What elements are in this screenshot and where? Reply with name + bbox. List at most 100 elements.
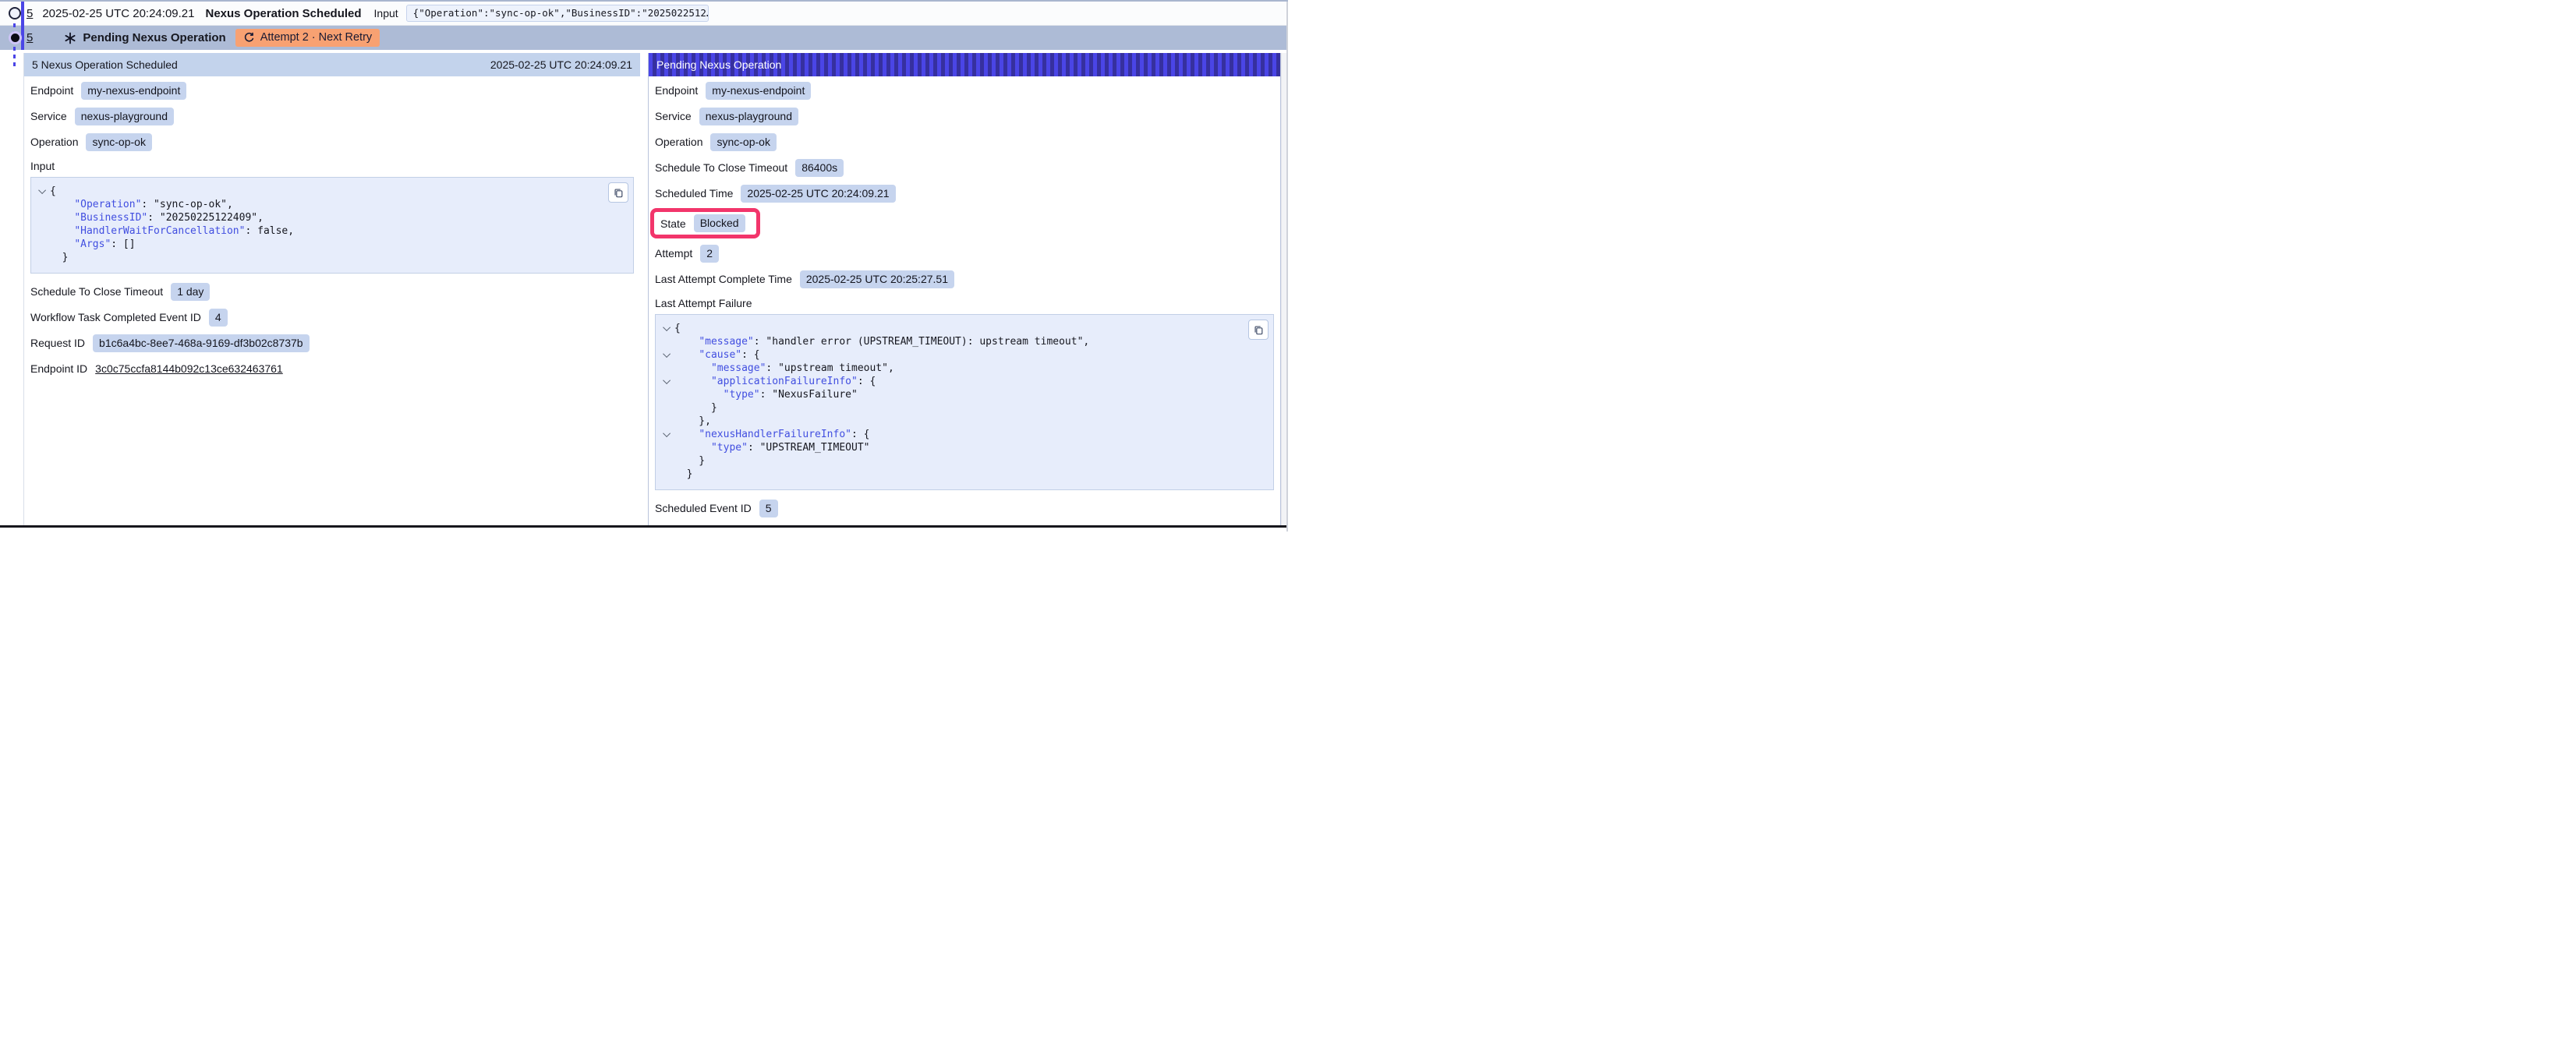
field-label: Operation [655, 136, 702, 148]
json-line: "type": "NexusFailure" [660, 388, 1265, 401]
failure-section-label: Last Attempt Failure [649, 291, 1280, 311]
detail-field-row: Scheduled Time 2025-02-25 UTC 20:24:09.2… [649, 182, 1280, 205]
copy-button[interactable] [608, 182, 628, 203]
field-value-chip: my-nexus-endpoint [706, 82, 811, 100]
detail-field-row: Endpoint my-nexus-endpoint [24, 79, 640, 102]
field-label: Service [30, 110, 67, 122]
input-section-label: Input [24, 154, 640, 174]
input-json-viewer: { "Operation": "sync-op-ok", "BusinessID… [30, 177, 634, 274]
json-line: "Operation": "sync-op-ok", [36, 198, 625, 211]
timeline-event-marker-filled[interactable] [9, 31, 22, 44]
field-label: Endpoint [655, 84, 698, 97]
field-value-chip: sync-op-ok [710, 133, 776, 151]
failure-json-viewer: { "message": "handler error (UPSTREAM_TI… [655, 314, 1274, 490]
window-right-border [1286, 2, 1288, 532]
state-row: State Blocked [655, 208, 1280, 238]
workflow-history-window: 5 2025-02-25 UTC 20:24:09.21 Nexus Opera… [0, 0, 1288, 532]
event-title: Pending Nexus Operation [83, 31, 225, 44]
retry-icon [243, 32, 255, 44]
detail-field-row: Schedule To Close Timeout 1 day [24, 280, 640, 303]
detail-field-row: Service nexus-playground [649, 104, 1280, 128]
pending-operation-panel: Pending Nexus Operation Endpoint my-nexu… [648, 53, 1281, 532]
field-value-chip: nexus-playground [699, 108, 798, 125]
json-line: "message": "handler error (UPSTREAM_TIME… [660, 335, 1265, 348]
detail-field-row: Operation sync-op-ok [649, 130, 1280, 154]
json-line: "nexusHandlerFailureInfo": { [660, 428, 1265, 441]
endpoint-id-row: Endpoint ID 3c0c75ccfa8144b092c13ce63246… [24, 357, 640, 380]
field-label: Scheduled Time [655, 187, 733, 200]
field-value-chip: 2025-02-25 UTC 20:25:27.51 [800, 270, 954, 288]
copy-button[interactable] [1248, 320, 1269, 340]
detail-field-row: Workflow Task Completed Event ID 4 [24, 305, 640, 329]
field-label: Schedule To Close Timeout [655, 161, 787, 174]
json-line: "cause": { [660, 348, 1265, 362]
timeline-selection-bar [21, 2, 24, 50]
json-line: } [660, 468, 1265, 481]
input-preview-chip: {"Operation":"sync-op-ok","BusinessID":"… [406, 5, 709, 22]
detail-field-row: Request ID b1c6a4bc-8ee7-468a-9169-df3b0… [24, 331, 640, 355]
field-label: Service [655, 110, 692, 122]
field-value-chip: 4 [209, 309, 228, 327]
field-label: Schedule To Close Timeout [30, 285, 163, 298]
collapse-chevron-icon[interactable] [663, 376, 671, 384]
field-value-chip: 2 [700, 245, 719, 263]
field-value-chip: nexus-playground [75, 108, 174, 125]
field-label: Operation [30, 136, 78, 148]
scheduled-event-panel: 5 Nexus Operation Scheduled 2025-02-25 U… [23, 53, 640, 532]
event-title: Nexus Operation Scheduled [205, 7, 361, 20]
pending-asterisk-icon [64, 32, 76, 44]
json-line: } [660, 401, 1265, 415]
json-line: "HandlerWaitForCancellation": false, [36, 224, 625, 238]
json-line: "message": "upstream timeout", [660, 362, 1265, 375]
scheduled-event-id-row: Scheduled Event ID 5 [649, 496, 1280, 520]
field-value-chip: b1c6a4bc-8ee7-468a-9169-df3b02c8737b [93, 334, 310, 352]
event-row-pending-nexus-operation[interactable]: 5 Pending Nexus Operation Attempt 2 · Ne… [0, 26, 1288, 50]
field-label: Workflow Task Completed Event ID [30, 311, 201, 323]
timeline-dashed-connector [13, 23, 16, 69]
detail-field-row: Operation sync-op-ok [24, 130, 640, 154]
detail-field-row: Schedule To Close Timeout 86400s [649, 156, 1280, 179]
collapse-chevron-icon[interactable] [38, 186, 46, 194]
json-line: "applicationFailureInfo": { [660, 375, 1265, 388]
timeline-event-marker-open[interactable] [9, 7, 21, 19]
field-value-chip: 2025-02-25 UTC 20:24:09.21 [741, 185, 895, 203]
field-label: Endpoint ID [30, 362, 87, 375]
field-label: Last Attempt Complete Time [655, 273, 792, 285]
left-panel-title: 5 Nexus Operation Scheduled [32, 58, 178, 71]
field-value-chip: 1 day [171, 283, 210, 301]
json-line: { [660, 322, 1265, 335]
json-line: "Args": [] [36, 238, 625, 251]
highlight-annotation-state: State Blocked [650, 208, 760, 238]
input-label: Input [374, 7, 398, 19]
collapse-chevron-icon[interactable] [663, 323, 671, 331]
json-line: "BusinessID": "20250225122409", [36, 211, 625, 224]
window-bottom-margin [0, 528, 1288, 532]
event-id-link[interactable]: 5 [27, 7, 33, 20]
copy-icon [1253, 324, 1264, 335]
collapse-chevron-icon[interactable] [663, 429, 671, 437]
json-line: { [36, 185, 625, 198]
json-line: } [36, 251, 625, 264]
json-line: } [660, 454, 1265, 468]
retry-badge-label: Attempt 2 · Next Retry [260, 31, 372, 44]
event-timestamp: 2025-02-25 UTC 20:24:09.21 [42, 7, 194, 20]
event-detail-panels: 5 Nexus Operation Scheduled 2025-02-25 U… [23, 53, 1281, 532]
left-panel-timestamp: 2025-02-25 UTC 20:24:09.21 [490, 58, 632, 71]
field-label: Request ID [30, 337, 85, 349]
state-value-chip: Blocked [694, 214, 745, 232]
event-row-nexus-operation-scheduled[interactable]: 5 2025-02-25 UTC 20:24:09.21 Nexus Opera… [0, 2, 1288, 26]
collapse-chevron-icon[interactable] [663, 350, 671, 358]
right-panel-header: Pending Nexus Operation [649, 53, 1280, 76]
detail-field-row: Endpoint my-nexus-endpoint [649, 79, 1280, 102]
field-value-chip: sync-op-ok [86, 133, 151, 151]
event-id-link[interactable]: 5 [27, 31, 33, 44]
endpoint-id-link[interactable]: 3c0c75ccfa8144b092c13ce632463761 [95, 362, 283, 375]
detail-field-row: Last Attempt Complete Time 2025-02-25 UT… [649, 267, 1280, 291]
field-label: Endpoint [30, 84, 73, 97]
field-value-chip: 5 [759, 500, 778, 517]
vertical-scrollbar[interactable] [1281, 53, 1286, 525]
field-value-chip: my-nexus-endpoint [81, 82, 186, 100]
field-label: Scheduled Event ID [655, 502, 752, 514]
detail-field-row: Attempt 2 [649, 242, 1280, 265]
detail-field-row: Service nexus-playground [24, 104, 640, 128]
